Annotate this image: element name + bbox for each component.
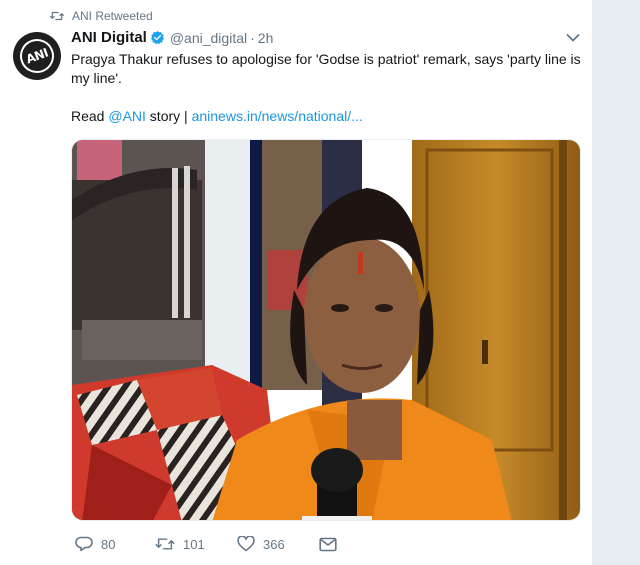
reply-button[interactable]: 80 — [75, 536, 155, 552]
article-link[interactable]: aninews.in/news/national/... — [192, 108, 363, 124]
tweet-text: Pragya Thakur refuses to apologise for '… — [71, 50, 586, 126]
ani-logo: ANI — [15, 34, 59, 78]
author-handle[interactable]: @ani_digital — [170, 30, 247, 46]
retweet-icon — [50, 11, 64, 21]
retweet-count: 101 — [183, 536, 205, 552]
heart-icon — [237, 536, 255, 552]
author-name[interactable]: ANI Digital — [71, 29, 147, 46]
envelope-icon — [319, 537, 337, 551]
mention-link[interactable]: @ANI — [108, 108, 146, 124]
tweet-timestamp[interactable]: 2h — [258, 30, 274, 46]
like-count: 366 — [263, 536, 285, 552]
verified-badge-icon — [150, 30, 164, 45]
separator-dot: · — [250, 29, 255, 46]
tweet-card[interactable]: ANI Retweeted ANI ANI Digital @ani_digit… — [0, 0, 593, 565]
tweet-header: ANI Digital @ani_digital · 2h — [71, 29, 273, 46]
like-button[interactable]: 366 — [237, 536, 319, 552]
read-story-line: Read @ANI story | aninews.in/news/nation… — [71, 107, 586, 126]
video-thumbnail[interactable] — [71, 139, 581, 521]
retweet-icon — [155, 538, 175, 550]
read-middle: story | — [145, 108, 192, 124]
reply-icon — [75, 536, 93, 552]
retweet-notice-text: ANI Retweeted — [72, 9, 153, 23]
tweet-body: Pragya Thakur refuses to apologise for '… — [71, 51, 581, 86]
tweet-actions: 80 101 366 — [75, 536, 345, 552]
video-frame-illustration — [72, 140, 580, 520]
avatar[interactable]: ANI — [13, 32, 61, 80]
chevron-down-icon[interactable] — [566, 33, 580, 43]
reply-count: 80 — [101, 536, 116, 552]
retweet-notice[interactable]: ANI Retweeted — [50, 9, 153, 23]
retweet-button[interactable]: 101 — [155, 536, 237, 552]
avatar-logo-text: ANI — [24, 45, 50, 67]
read-prefix: Read — [71, 108, 109, 124]
direct-message-button[interactable] — [319, 537, 345, 552]
